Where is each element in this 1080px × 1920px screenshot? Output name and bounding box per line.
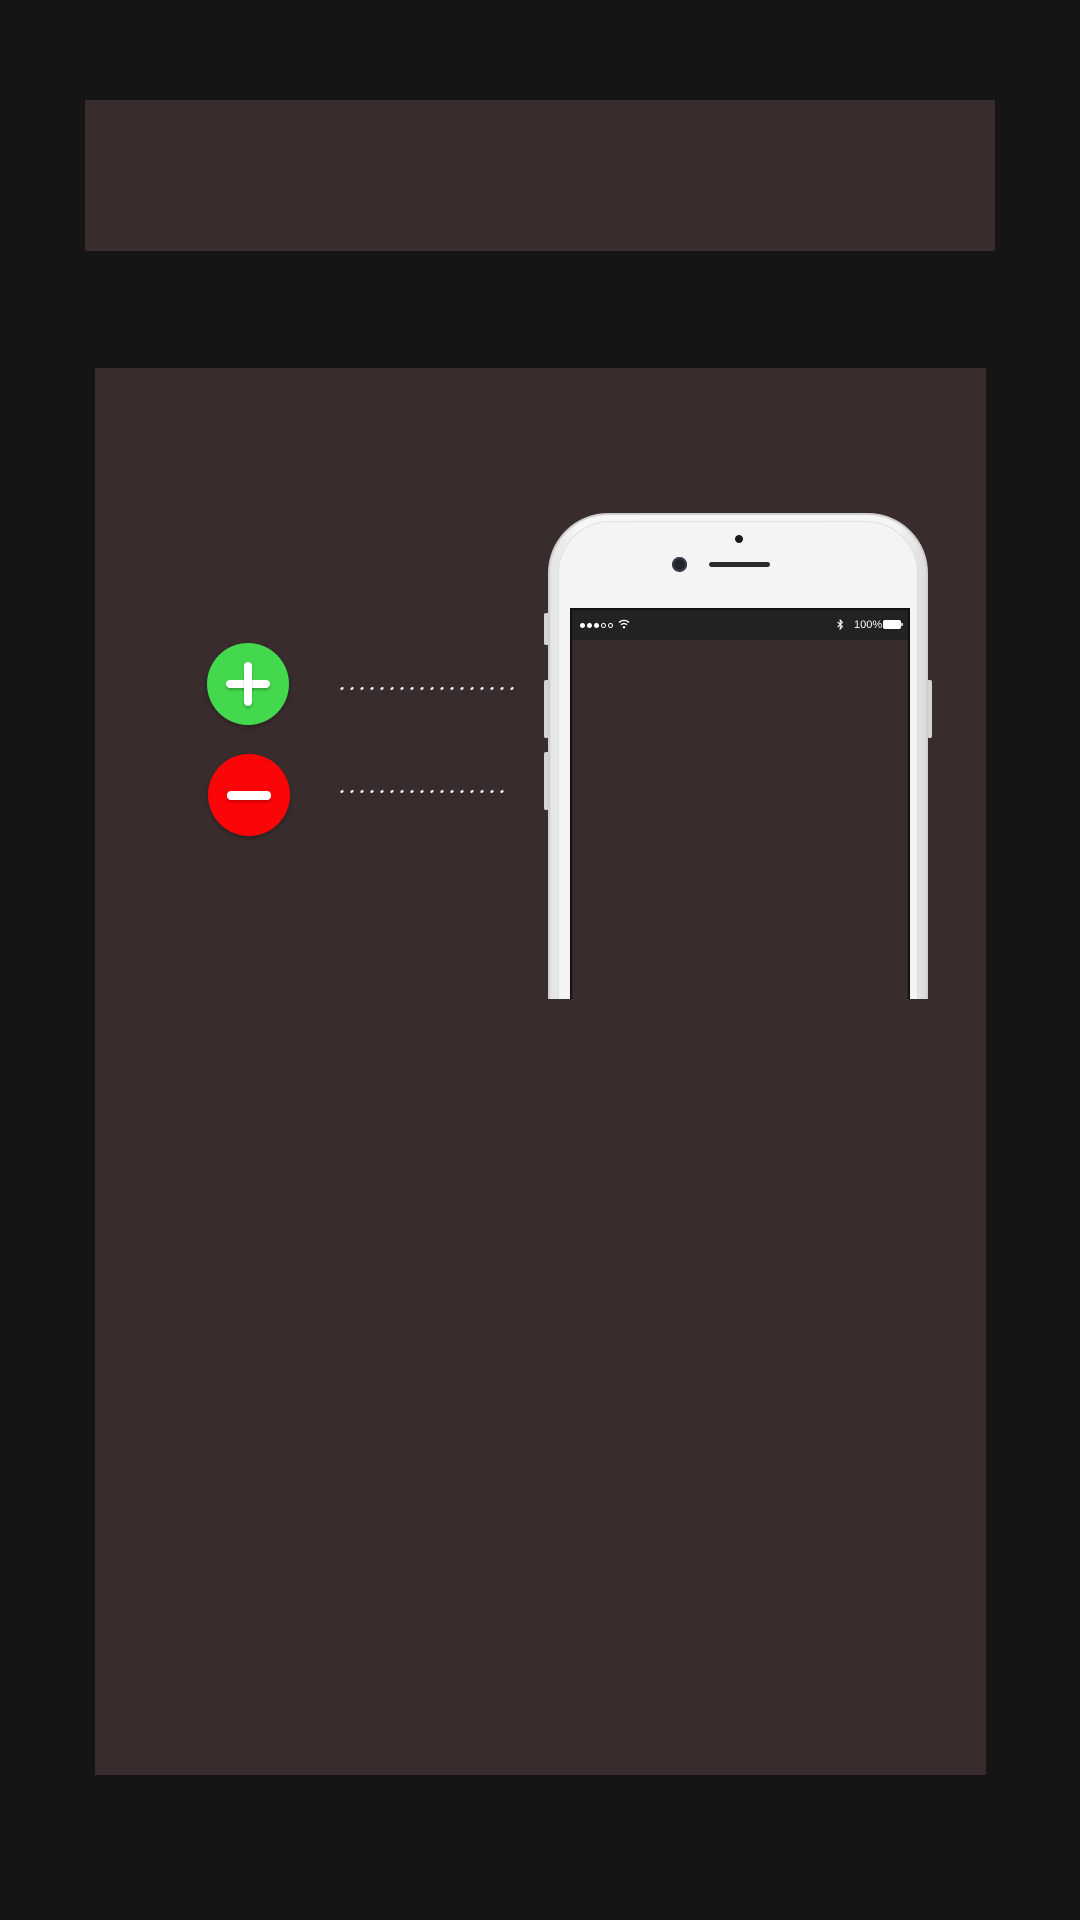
add-connector-dotted-line <box>336 687 516 690</box>
earpiece-speaker <box>709 562 770 567</box>
top-banner <box>85 100 995 251</box>
proximity-sensor <box>735 535 743 543</box>
page-canvas: 100% <box>0 0 1080 1920</box>
remove-connector-dotted-line <box>336 790 508 793</box>
phone-screen: 100% <box>570 608 910 999</box>
battery-percentage: 100% <box>854 619 883 631</box>
remove-button[interactable] <box>208 754 290 836</box>
screen-content <box>572 640 908 999</box>
minus-icon-bar <box>227 791 271 800</box>
wifi-icon <box>618 619 630 629</box>
front-camera <box>672 557 687 572</box>
add-button[interactable] <box>207 643 289 725</box>
plus-icon-vertical-bar <box>244 662 252 706</box>
battery-icon <box>883 620 903 629</box>
signal-dots-icon <box>580 623 613 628</box>
status-bar: 100% <box>572 610 908 640</box>
phone-body: 100% <box>548 513 928 999</box>
bluetooth-icon <box>837 619 844 630</box>
phone-mockup: 100% <box>540 500 940 999</box>
